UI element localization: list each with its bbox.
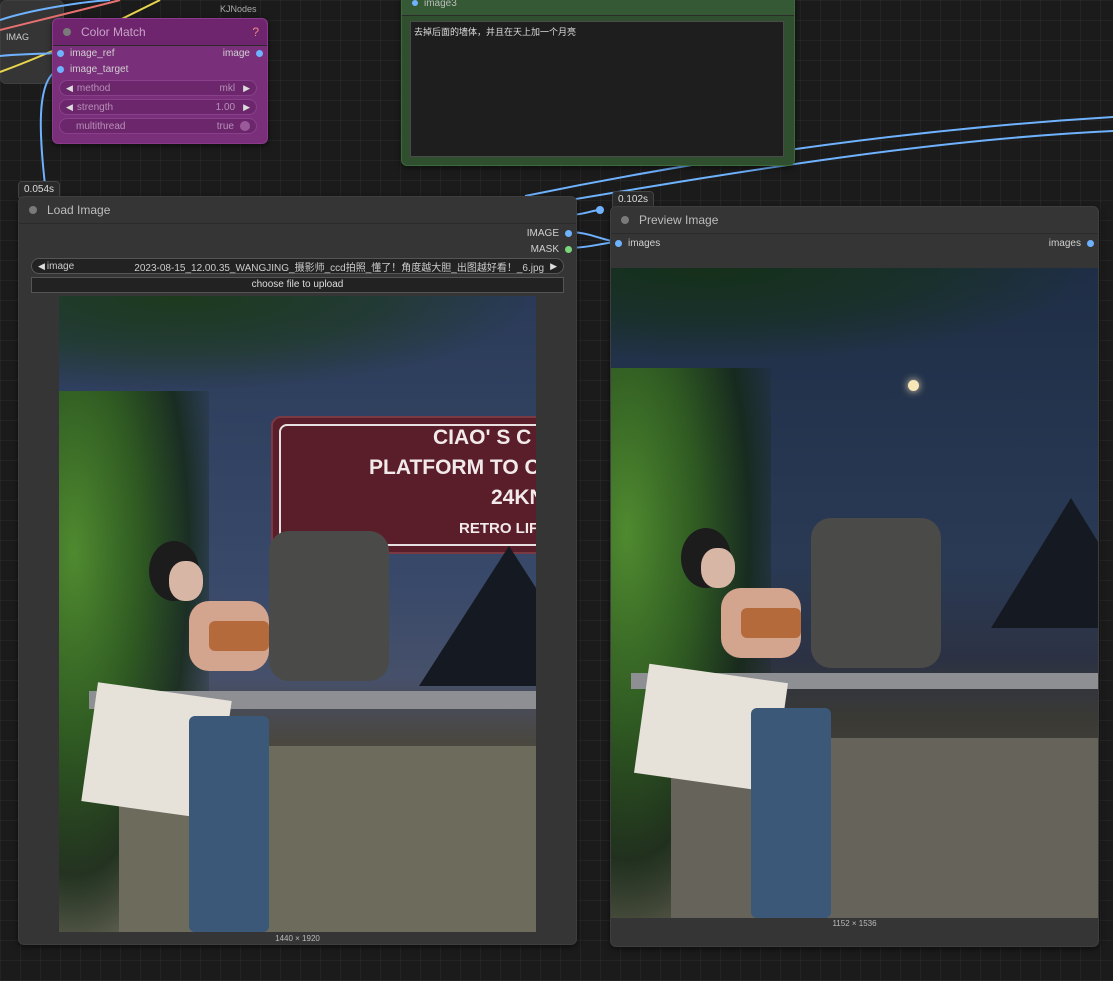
sign-text-line: 24KN — [491, 486, 536, 509]
widget-value: 1.00 — [215, 101, 236, 113]
arrow-right-icon[interactable]: ▶ — [550, 261, 557, 272]
preview-image-node[interactable]: Preview Image images images 1152 × 1536 — [610, 206, 1099, 947]
palm-leaves — [59, 296, 536, 391]
widget-value: true — [216, 120, 234, 132]
pin-icon[interactable] — [57, 66, 64, 73]
output-slot-images[interactable]: images — [1049, 238, 1094, 249]
arrow-left-icon[interactable]: ◀ — [66, 102, 73, 113]
person-figure — [681, 518, 941, 688]
preview-image-output — [611, 268, 1098, 918]
widget-value: mkl — [219, 82, 236, 94]
pin-icon[interactable] — [57, 50, 64, 57]
pin-icon[interactable] — [1087, 240, 1094, 247]
pin-icon[interactable] — [256, 50, 263, 57]
palm-leaves — [611, 268, 1098, 363]
load-image-node[interactable]: Load Image IMAGE MASK ◀ image 2023-08-15… — [18, 196, 577, 945]
help-icon[interactable]: ? — [252, 25, 259, 39]
arrow-right-icon[interactable]: ▶ — [243, 102, 250, 113]
pin-icon[interactable] — [565, 246, 572, 253]
multithread-toggle[interactable]: multithread true — [59, 118, 257, 134]
loaded-image-preview: CIAO' S C PLATFORM TO C 24KN RETRO LIFE — [59, 296, 536, 932]
toggle-knob-icon[interactable] — [240, 121, 250, 131]
node-title: Color Match — [81, 25, 146, 39]
building-roof — [991, 498, 1098, 628]
widget-label: method — [76, 82, 111, 94]
sign-text-line: RETRO LIFE — [459, 520, 536, 537]
pin-icon[interactable] — [412, 0, 418, 6]
node-title: Preview Image — [639, 213, 719, 227]
node-title-bar[interactable]: image3 — [402, 0, 794, 16]
input-slot-image-target[interactable]: image_target — [57, 64, 128, 75]
slot-label: IMAGE — [526, 228, 559, 239]
arrow-left-icon[interactable]: ◀ — [38, 261, 45, 272]
slot-label: images — [628, 238, 661, 249]
moon-icon — [908, 380, 919, 391]
image-file-combo[interactable]: ◀ image 2023-08-15_12.00.35_WANGJING_摄影师… — [31, 258, 564, 274]
prompt-textarea[interactable]: 去掉后面的墙体，并且在天上加一个月亮 — [410, 21, 784, 157]
output-slot-image[interactable]: IMAGE — [527, 228, 572, 239]
slot-label: IMAG — [6, 32, 30, 42]
node-badge: KJNodes — [220, 4, 257, 14]
input-slot-images[interactable]: images — [615, 238, 660, 249]
widget-value: 2023-08-15_12.00.35_WANGJING_摄影师_ccd拍照_懂… — [134, 262, 545, 274]
image-resolution-label: 1440 × 1920 — [275, 934, 320, 943]
collapse-dot-icon[interactable] — [63, 28, 71, 36]
node-title: image3 — [424, 0, 457, 9]
collapse-dot-icon[interactable] — [621, 216, 629, 224]
denim-jacket — [189, 716, 269, 932]
output-slot-image[interactable]: image — [223, 48, 263, 59]
building-roof — [419, 546, 536, 686]
person-figure — [149, 531, 389, 701]
arrow-left-icon[interactable]: ◀ — [66, 83, 73, 94]
arrow-right-icon[interactable]: ▶ — [243, 83, 250, 94]
input-slot-image-ref[interactable]: image_ref — [57, 48, 114, 59]
node-title-bar[interactable]: Color Match ? — [53, 19, 267, 46]
image-resolution-label: 1152 × 1536 — [832, 919, 877, 928]
pin-icon[interactable] — [615, 240, 622, 247]
color-match-node[interactable]: Color Match ? image_ref image image_targ… — [52, 18, 268, 144]
slot-label: image_ref — [70, 48, 115, 59]
strength-number[interactable]: ◀ strength 1.00 ▶ — [59, 99, 257, 115]
node-title-bar[interactable]: Load Image — [19, 197, 576, 224]
widget-label: strength — [76, 101, 114, 113]
collapse-dot-icon[interactable] — [29, 206, 37, 214]
slot-label: image — [222, 48, 250, 59]
slot-label: images — [1048, 238, 1081, 249]
slot-label: MASK — [530, 244, 559, 255]
choose-file-button[interactable]: choose file to upload — [31, 277, 564, 293]
widget-label: multithread — [76, 120, 126, 132]
output-slot-mask[interactable]: MASK — [531, 244, 572, 255]
widget-label: image — [46, 260, 75, 272]
pin-icon[interactable] — [565, 230, 572, 237]
text-prompt-node[interactable]: image3 去掉后面的墙体，并且在天上加一个月亮 — [401, 0, 795, 166]
node-title: Load Image — [47, 203, 111, 217]
method-combo[interactable]: ◀ method mkl ▶ — [59, 80, 257, 96]
sign-text-line: PLATFORM TO C — [369, 456, 536, 479]
slot-label: image_target — [70, 64, 129, 75]
wire-junction — [596, 206, 604, 214]
sign-text-line: CIAO' S C — [433, 426, 532, 449]
node-title-bar[interactable]: Preview Image — [611, 207, 1098, 234]
denim-jacket — [751, 708, 831, 918]
